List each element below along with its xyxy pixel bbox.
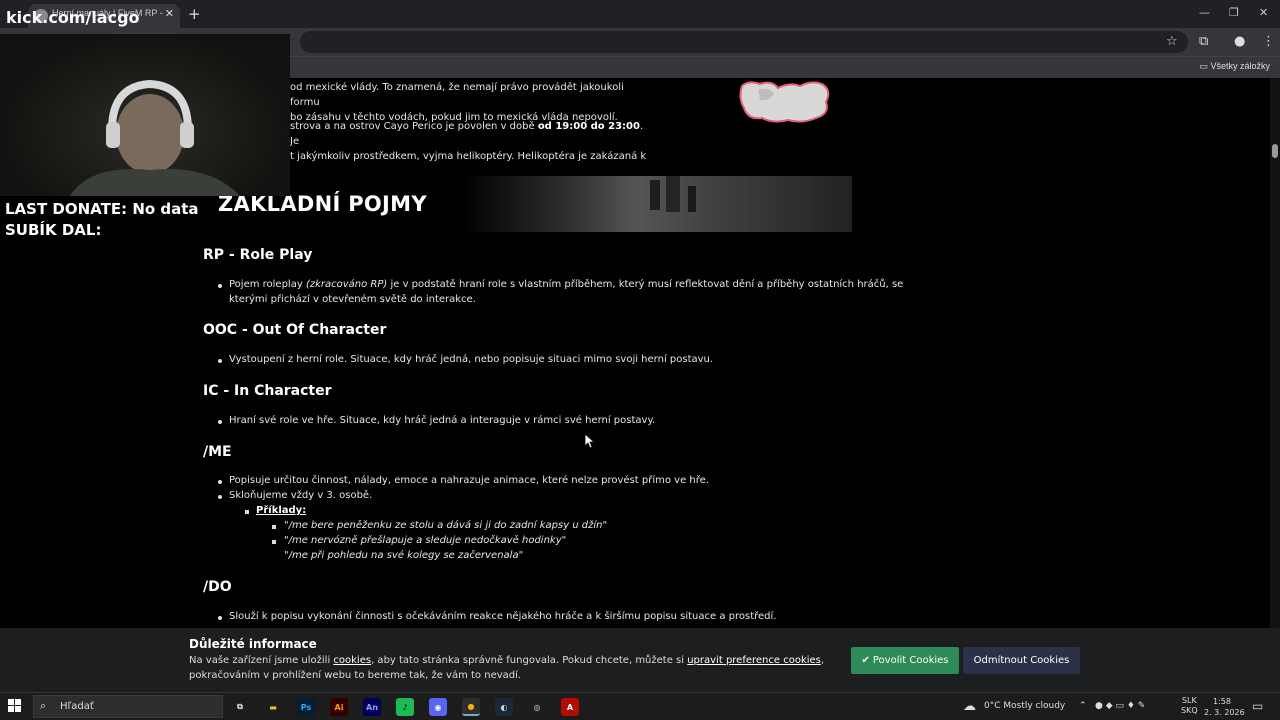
reject-cookies-button[interactable]: Odmítnout Cookies [963, 647, 1080, 674]
cookie-preferences-link[interactable]: upravit preference cookies [687, 655, 821, 666]
bullet-icon [218, 284, 222, 288]
cookie-text-line-2: pokračováním v prohlížení webu to bereme… [189, 670, 522, 681]
cayo-text-a: strova a na ostrov Cayo Perico je povole… [290, 121, 538, 132]
search-placeholder: Hľadať [60, 701, 94, 712]
bullet-icon [218, 420, 222, 424]
sub-label: SUBÍK DAL: [5, 221, 102, 239]
start-button[interactable] [8, 699, 22, 713]
photoshop-app-icon[interactable]: Ps [297, 698, 315, 716]
tab-close-icon[interactable]: ✕ [165, 7, 174, 20]
tab-strip: Herní manuály | FiveM RP - Gen ✕ + — ❐ ✕ [0, 0, 1280, 28]
menu-icon[interactable]: ⋮ [1262, 34, 1275, 49]
mouse-cursor-icon [584, 433, 594, 449]
tray-chevron-icon[interactable]: ⌃ [1079, 701, 1087, 711]
section-title-rp: RP - Role Play [203, 247, 313, 263]
bullet-icon [218, 616, 222, 620]
animate-app-icon[interactable]: An [363, 698, 381, 716]
profile-avatar-icon[interactable]: ● [1234, 34, 1245, 49]
cayo-map-image [739, 81, 830, 123]
allow-cookies-label: Povolit Cookies [872, 655, 949, 666]
address-bar[interactable] [300, 31, 1188, 53]
clock-date: 2. 3. 2026 [1204, 708, 1245, 717]
bullet-icon [218, 495, 222, 499]
cookie-text-c: , [820, 655, 825, 666]
file-explorer-app-icon[interactable]: ▬ [264, 698, 282, 716]
section-title-me: /ME [203, 444, 232, 460]
webcam-overlay [0, 34, 290, 196]
square-bullet-icon [245, 510, 249, 514]
input-language[interactable]: SLK SKQ [1181, 696, 1198, 716]
rp-item-a: Pojem roleplay [229, 279, 306, 290]
star-icon[interactable]: ☆ [1166, 34, 1178, 49]
cayo-time: od 19:00 do 23:00 [537, 121, 640, 132]
obs-app-icon[interactable]: ◎ [528, 698, 546, 716]
webcam-person-image [70, 79, 240, 196]
steam-app-icon[interactable]: ◐ [495, 698, 513, 716]
last-donate-label: LAST DONATE: No data [5, 200, 199, 218]
section-title-ic: IC - In Character [203, 383, 332, 399]
acrobat-app-icon[interactable]: A [561, 698, 579, 716]
clock[interactable]: 1:58 2. 3. 2026 [1204, 696, 1245, 718]
all-bookmarks-button[interactable]: ▭ Všetky záložky [1199, 61, 1270, 72]
square-bullet-icon [272, 525, 276, 529]
maximize-button[interactable]: ❐ [1229, 6, 1239, 19]
section-title-ooc: OOC - Out Of Character [203, 322, 387, 338]
search-icon: ⌕ [40, 699, 47, 712]
task-view-app-icon[interactable]: ⧉ [231, 698, 249, 716]
spotify-app-icon[interactable]: ♪ [396, 698, 414, 716]
section-title-do: /DO [203, 579, 232, 595]
intro-line-1: od mexické vlády. To znamená, že nemají … [290, 82, 624, 108]
notifications-icon[interactable]: ▭ [1252, 699, 1263, 713]
cookie-consent-bar: Důležité informace Na vaše zařízení jsme… [0, 628, 1280, 692]
ic-item: Hraní své role ve hře. Situace, kdy hráč… [229, 415, 656, 426]
allow-cookies-button[interactable]: ✔ Povolit Cookies [851, 647, 959, 674]
rp-item: Pojem roleplay (zkracováno RP) je v pods… [229, 279, 903, 290]
discord-app-icon[interactable]: ◉ [429, 698, 447, 716]
tray-apps-icon[interactable]: ● ◆ ▭ ♦ ✎ [1095, 701, 1145, 711]
close-window-button[interactable]: ✕ [1259, 6, 1268, 19]
rp-item-b: (zkracováno RP) [305, 279, 388, 290]
examples-label: Příklady: [256, 505, 307, 516]
chrome-app-icon[interactable]: ● [462, 698, 480, 716]
page-scrollbar[interactable] [1270, 78, 1280, 628]
all-bookmarks-label: Všetky záložky [1210, 61, 1270, 71]
illustrator-app-icon[interactable]: Ai [330, 698, 348, 716]
weather-text[interactable]: 0°C Mostly cloudy [984, 701, 1065, 711]
cayo-line-2: t jakýmkoliv prostředkem, vyjma helikopt… [290, 151, 647, 162]
extensions-icon[interactable]: ⧉ [1199, 34, 1208, 49]
me-item-1: Popisuje určitou činnost, nálady, emoce … [229, 475, 709, 486]
clock-time: 1:58 [1213, 697, 1231, 706]
stream-url-label: kick.com/lacgo [6, 8, 140, 27]
checkmark-icon: ✔ [861, 655, 870, 666]
cookies-link[interactable]: cookies [333, 655, 371, 666]
example-1: "/me bere peněženku ze stolu a dává si j… [284, 520, 608, 531]
example-3: "/me při pohledu na své kolegy se začerv… [284, 550, 524, 561]
square-bullet-icon [272, 540, 276, 544]
lang-top: SLK [1181, 696, 1197, 705]
do-item: Slouží k popisu vykonání činnosti s oček… [229, 611, 777, 622]
me-item-2: Skloňujeme vždy v 3. osobě. [229, 490, 373, 501]
reject-cookies-label: Odmítnout Cookies [973, 655, 1070, 666]
ooc-item: Vystoupení z herní role. Situace, kdy hr… [229, 354, 714, 365]
folder-icon: ▭ [1199, 61, 1211, 71]
new-tab-button[interactable]: + [188, 5, 201, 23]
heading-banner-image [460, 176, 852, 232]
cookie-title: Důležité informace [189, 637, 317, 651]
scrollbar-thumb[interactable] [1272, 144, 1278, 158]
rp-item-c: je v podstatě hraní role s vlastním příb… [387, 279, 904, 290]
bullet-icon [218, 359, 222, 363]
weather-icon: ☁ [963, 699, 976, 714]
bullet-icon [218, 480, 222, 484]
windows-taskbar: ⌕ Hľadať ⧉ ▬ Ps Ai An ♪ ◉ ● ◐ ◎ A ☁ 0°C Mostly clo… [0, 692, 1280, 720]
taskbar-search-input[interactable]: ⌕ Hľadať [33, 695, 223, 718]
donate-overlay: LAST DONATE: No data SUBÍK DAL: [5, 199, 199, 241]
example-2: "/me nervózně přešlapuje a sleduje nedoč… [284, 535, 567, 546]
cookie-text: Na vaše zařízení jsme uložili cookies, a… [189, 653, 829, 683]
lang-bottom: SKQ [1181, 706, 1198, 715]
cookie-text-a: Na vaše zařízení jsme uložili [189, 655, 334, 666]
cookie-text-b: , aby tato stránka správně fungovala. Po… [371, 655, 688, 666]
minimize-button[interactable]: — [1199, 6, 1210, 19]
cayo-text: strova a na ostrov Cayo Perico je povole… [290, 119, 650, 164]
rp-item-line-2: kterými přichází v otevřeném světě do in… [229, 294, 476, 305]
